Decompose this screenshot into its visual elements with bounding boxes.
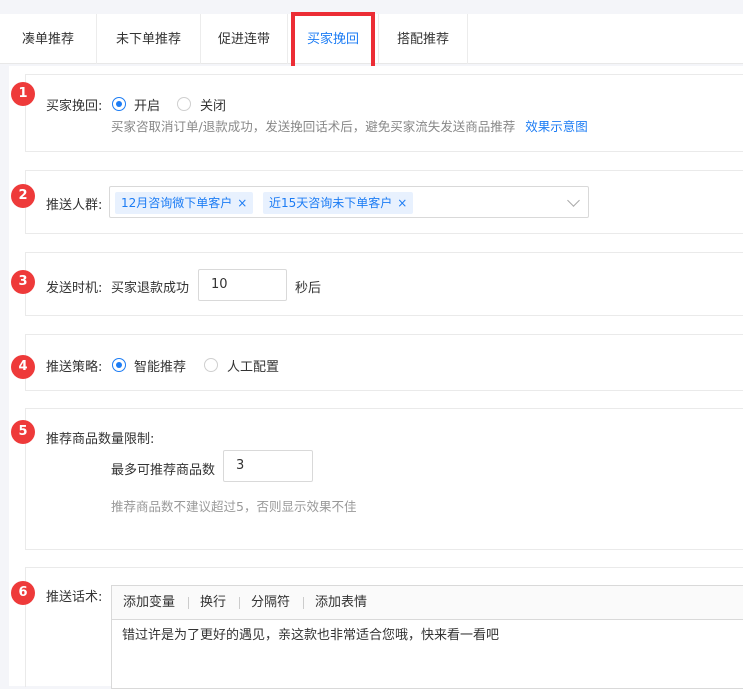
audience-tag: 12月咨询微下单客户 × — [115, 192, 254, 214]
retain-off-radio[interactable] — [177, 97, 191, 111]
script-toolbar: 添加变量 换行 分隔符 添加表情 — [111, 585, 743, 619]
add-variable-button[interactable]: 添加变量 — [123, 586, 175, 620]
tab-coudan[interactable]: 凑单推荐 — [0, 14, 97, 64]
toolbar-divider — [188, 597, 189, 609]
step-badge-2: 2 — [11, 184, 35, 208]
tab-bar: 凑单推荐 未下单推荐 促进连带 买家挽回 搭配推荐 — [0, 14, 743, 64]
limit-hint: 推荐商品数不建议超过5，否则显示效果不佳 — [111, 499, 357, 514]
timing-unit: 秒后 — [295, 281, 322, 296]
strategy-smart-label[interactable]: 智能推荐 — [134, 356, 186, 375]
tab-cross-sell[interactable]: 促进连带 — [201, 14, 288, 64]
step-badge-1: 1 — [11, 82, 35, 106]
section-retain — [25, 74, 743, 152]
effect-preview-link[interactable]: 效果示意图 — [525, 119, 588, 134]
max-products-input[interactable]: 3 — [223, 450, 313, 482]
tab-bundle[interactable]: 搭配推荐 — [379, 14, 468, 64]
audience-label: 推送人群: — [46, 198, 103, 213]
retain-off-label[interactable]: 关闭 — [200, 95, 226, 114]
tab-not-ordered[interactable]: 未下单推荐 — [97, 14, 201, 64]
limit-sub-label: 最多可推荐商品数 — [111, 463, 216, 478]
line-break-button[interactable]: 换行 — [200, 586, 226, 620]
timing-seconds-input[interactable]: 10 — [198, 269, 287, 301]
tab-buyer-retain[interactable]: 买家挽回 — [288, 14, 379, 64]
tag-close-icon[interactable]: × — [237, 196, 247, 210]
audience-select[interactable]: 12月咨询微下单客户 × 近15天咨询未下单客户 × — [109, 186, 589, 218]
limit-label: 推荐商品数量限制: — [46, 432, 155, 447]
toolbar-divider — [239, 597, 240, 609]
step-badge-5: 5 — [11, 420, 35, 444]
retain-hint: 买家咨取消订单/退款成功，发送挽回话术后，避免买家流失发送商品推荐 效果示意图 — [111, 116, 588, 135]
script-textarea[interactable]: 错过许是为了更好的遇见，亲这款也非常适合您哦，快来看一看吧 — [111, 619, 743, 689]
strategy-manual-label[interactable]: 人工配置 — [227, 356, 279, 375]
retain-label: 买家挽回: — [46, 99, 103, 114]
timing-trigger: 买家退款成功 — [111, 281, 190, 296]
tag-close-icon[interactable]: × — [397, 196, 407, 210]
step-badge-3: 3 — [11, 270, 35, 294]
audience-tag-label: 12月咨询微下单客户 — [121, 196, 233, 210]
toolbar-divider — [303, 597, 304, 609]
add-emoji-button[interactable]: 添加表情 — [315, 586, 367, 620]
timing-label: 发送时机: — [46, 281, 103, 296]
audience-tag: 近15天咨询未下单客户 × — [263, 192, 414, 214]
script-label: 推送话术: — [46, 590, 103, 605]
strategy-manual-radio[interactable] — [204, 358, 218, 372]
step-badge-4: 4 — [11, 355, 35, 379]
chevron-down-icon[interactable] — [567, 194, 580, 207]
section-strategy — [25, 334, 743, 391]
strategy-label: 推送策略: — [46, 360, 103, 375]
strategy-smart-radio[interactable] — [112, 358, 126, 372]
retain-on-radio[interactable] — [112, 97, 126, 111]
step-badge-6: 6 — [11, 581, 35, 605]
retain-hint-text: 买家咨取消订单/退款成功，发送挽回话术后，避免买家流失发送商品推荐 — [111, 119, 516, 134]
retain-on-label[interactable]: 开启 — [134, 95, 160, 114]
audience-tag-label: 近15天咨询未下单客户 — [269, 196, 393, 210]
separator-button[interactable]: 分隔符 — [251, 586, 290, 620]
